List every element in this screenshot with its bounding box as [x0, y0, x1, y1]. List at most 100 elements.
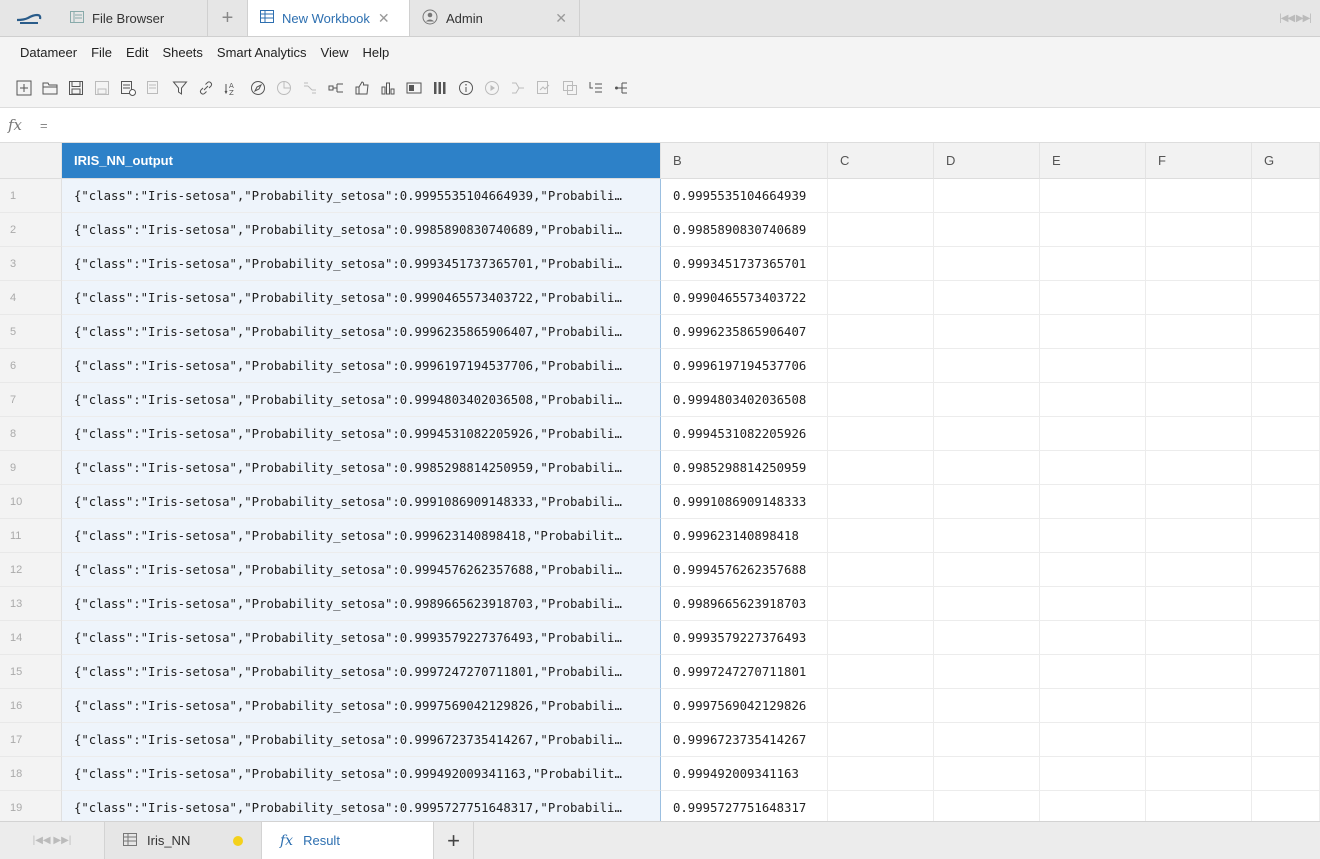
sheet-tab-iris-nn[interactable]: Iris_NN	[105, 822, 262, 859]
table-cell[interactable]	[1040, 485, 1146, 519]
save-icon[interactable]	[66, 78, 86, 98]
table-cell[interactable]	[1146, 315, 1252, 349]
table-cell[interactable]	[934, 553, 1040, 587]
sort-az-icon[interactable]: AZ	[222, 78, 242, 98]
table-cell[interactable]	[934, 655, 1040, 689]
menu-file[interactable]: File	[91, 45, 112, 60]
table-cell[interactable]: {"class":"Iris-setosa","Probability_seto…	[62, 723, 661, 757]
row-header[interactable]: 11	[0, 519, 62, 553]
row-header[interactable]: 13	[0, 587, 62, 621]
table-cell[interactable]	[828, 757, 934, 791]
table-cell[interactable]	[828, 247, 934, 281]
table-cell[interactable]	[934, 723, 1040, 757]
table-cell[interactable]	[934, 281, 1040, 315]
table-cell[interactable]	[1146, 621, 1252, 655]
row-header[interactable]: 19	[0, 791, 62, 821]
row-header[interactable]: 10	[0, 485, 62, 519]
table-cell[interactable]	[1252, 485, 1320, 519]
table-cell[interactable]	[1040, 621, 1146, 655]
table-cell[interactable]	[1252, 553, 1320, 587]
table-cell[interactable]	[1040, 383, 1146, 417]
table-cell[interactable]	[1146, 587, 1252, 621]
table-cell[interactable]	[1146, 791, 1252, 821]
table-cell[interactable]: {"class":"Iris-setosa","Probability_seto…	[62, 655, 661, 689]
row-header[interactable]: 9	[0, 451, 62, 485]
import-sheet-icon[interactable]	[118, 78, 138, 98]
table-cell[interactable]	[1146, 213, 1252, 247]
table-cell[interactable]: 0.9997247270711801	[661, 655, 828, 689]
table-cell[interactable]	[934, 349, 1040, 383]
table-cell[interactable]	[934, 383, 1040, 417]
column-header[interactable]: D	[934, 143, 1040, 179]
table-cell[interactable]	[1040, 315, 1146, 349]
table-cell[interactable]: 0.999623140898418	[661, 519, 828, 553]
table-cell[interactable]	[934, 417, 1040, 451]
table-cell[interactable]: {"class":"Iris-setosa","Probability_seto…	[62, 553, 661, 587]
table-cell[interactable]	[1252, 179, 1320, 213]
table-cell[interactable]	[1252, 383, 1320, 417]
table-cell[interactable]: 0.9994803402036508	[661, 383, 828, 417]
column-header[interactable]: E	[1040, 143, 1146, 179]
table-cell[interactable]	[1040, 349, 1146, 383]
table-cell[interactable]	[1252, 689, 1320, 723]
formula-input[interactable]: =	[40, 118, 48, 133]
table-cell[interactable]	[828, 349, 934, 383]
row-header[interactable]: 2	[0, 213, 62, 247]
table-cell[interactable]	[828, 485, 934, 519]
add-sheet-icon[interactable]	[14, 78, 34, 98]
table-cell[interactable]	[828, 451, 934, 485]
bar-chart-icon[interactable]	[378, 78, 398, 98]
table-cell[interactable]	[1146, 519, 1252, 553]
table-cell[interactable]: 0.9995727751648317	[661, 791, 828, 821]
corner-header[interactable]	[0, 143, 62, 179]
table-cell[interactable]	[934, 621, 1040, 655]
menu-help[interactable]: Help	[362, 45, 389, 60]
table-cell[interactable]	[828, 179, 934, 213]
add-tab-button[interactable]: +	[208, 0, 248, 36]
table-cell[interactable]	[1040, 757, 1146, 791]
close-icon[interactable]: ✕	[555, 10, 567, 27]
table-cell[interactable]	[1252, 519, 1320, 553]
datameer-logo-icon[interactable]	[0, 0, 58, 36]
table-cell[interactable]	[828, 587, 934, 621]
table-cell[interactable]	[1146, 655, 1252, 689]
table-cell[interactable]	[1040, 281, 1146, 315]
menu-edit[interactable]: Edit	[126, 45, 148, 60]
table-cell[interactable]	[1146, 757, 1252, 791]
table-cell[interactable]	[1252, 621, 1320, 655]
table-cell[interactable]	[828, 791, 934, 821]
table-cell[interactable]: 0.999492009341163	[661, 757, 828, 791]
table-cell[interactable]	[1040, 655, 1146, 689]
table-cell[interactable]: 0.9993451737365701	[661, 247, 828, 281]
table-cell[interactable]	[828, 315, 934, 349]
table-cell[interactable]	[1040, 451, 1146, 485]
table-cell[interactable]	[828, 689, 934, 723]
menu-datameer[interactable]: Datameer	[20, 45, 77, 60]
row-header[interactable]: 16	[0, 689, 62, 723]
table-cell[interactable]: {"class":"Iris-setosa","Probability_seto…	[62, 179, 661, 213]
table-cell[interactable]	[828, 723, 934, 757]
table-cell[interactable]	[828, 553, 934, 587]
columns-icon[interactable]	[430, 78, 450, 98]
info-icon[interactable]	[456, 78, 476, 98]
table-cell[interactable]: {"class":"Iris-setosa","Probability_seto…	[62, 383, 661, 417]
table-cell[interactable]	[1252, 723, 1320, 757]
table-cell[interactable]: 0.9996197194537706	[661, 349, 828, 383]
table-cell[interactable]: 0.9994531082205926	[661, 417, 828, 451]
table-cell[interactable]	[1146, 553, 1252, 587]
table-cell[interactable]: 0.9993579227376493	[661, 621, 828, 655]
table-cell[interactable]: {"class":"Iris-setosa","Probability_seto…	[62, 519, 661, 553]
open-folder-icon[interactable]	[40, 78, 60, 98]
column-header[interactable]: B	[661, 143, 828, 179]
filter-icon[interactable]	[170, 78, 190, 98]
table-cell[interactable]: {"class":"Iris-setosa","Probability_seto…	[62, 689, 661, 723]
table-cell[interactable]	[1040, 519, 1146, 553]
table-cell[interactable]	[1252, 587, 1320, 621]
table-cell[interactable]	[1146, 281, 1252, 315]
table-cell[interactable]: {"class":"Iris-setosa","Probability_seto…	[62, 213, 661, 247]
table-cell[interactable]: 0.9985890830740689	[661, 213, 828, 247]
tab-file-browser[interactable]: File Browser	[58, 0, 208, 36]
table-cell[interactable]	[1146, 485, 1252, 519]
table-cell[interactable]	[1252, 757, 1320, 791]
table-cell[interactable]	[1252, 791, 1320, 821]
